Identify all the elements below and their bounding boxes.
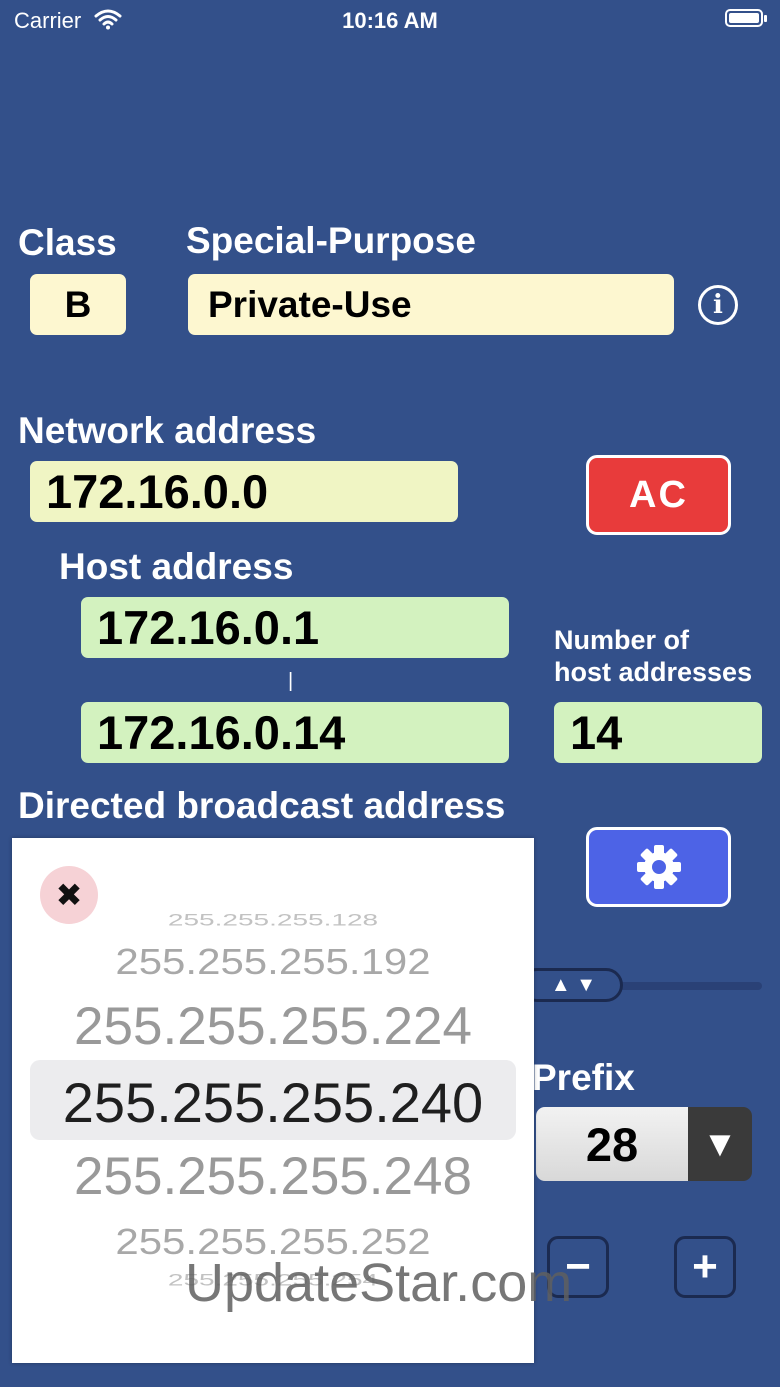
picker-option[interactable]: 255.255.255.192 xyxy=(12,942,534,983)
prefix-select[interactable]: 28 ▼ xyxy=(536,1107,752,1181)
ac-button[interactable]: AC xyxy=(586,455,731,535)
network-address-field[interactable]: 172.16.0.0 xyxy=(30,461,458,522)
range-separator: | xyxy=(288,670,294,692)
prefix-value: 28 xyxy=(536,1107,688,1181)
picker-option[interactable]: 255.255.255.248 xyxy=(12,1146,534,1207)
special-purpose-label: Special-Purpose xyxy=(186,220,476,261)
host-count-field: 14 xyxy=(554,702,762,763)
network-address-label: Network address xyxy=(18,410,317,451)
close-icon[interactable]: ✖ xyxy=(40,866,98,924)
class-label: Class xyxy=(18,222,117,263)
prefix-plus-button[interactable]: + xyxy=(674,1236,736,1298)
first-host-field: 172.16.0.1 xyxy=(81,597,509,658)
broadcast-address-label: Directed broadcast address xyxy=(18,785,506,826)
battery-icon xyxy=(725,9,767,27)
gear-icon xyxy=(636,845,681,889)
host-count-label: Number of host addresses xyxy=(554,625,753,687)
slider-handle[interactable]: ▲ ▼ xyxy=(520,968,623,1002)
settings-button[interactable] xyxy=(586,827,731,907)
last-host-field: 172.16.0.14 xyxy=(81,702,509,763)
watermark: UpdateStar.com xyxy=(185,1253,573,1313)
picker-option-selected[interactable]: 255.255.255.240 xyxy=(12,1070,534,1135)
special-purpose-value: Private-Use xyxy=(188,274,674,335)
clock: 10:16 AM xyxy=(342,8,438,33)
chevron-down-icon: ▼ xyxy=(688,1107,752,1181)
class-value: B xyxy=(30,274,126,335)
picker-option[interactable]: 255.255.255.224 xyxy=(12,996,534,1057)
info-icon[interactable]: i xyxy=(698,285,738,325)
prefix-label: Prefix xyxy=(532,1057,635,1098)
host-address-label: Host address xyxy=(59,546,294,587)
